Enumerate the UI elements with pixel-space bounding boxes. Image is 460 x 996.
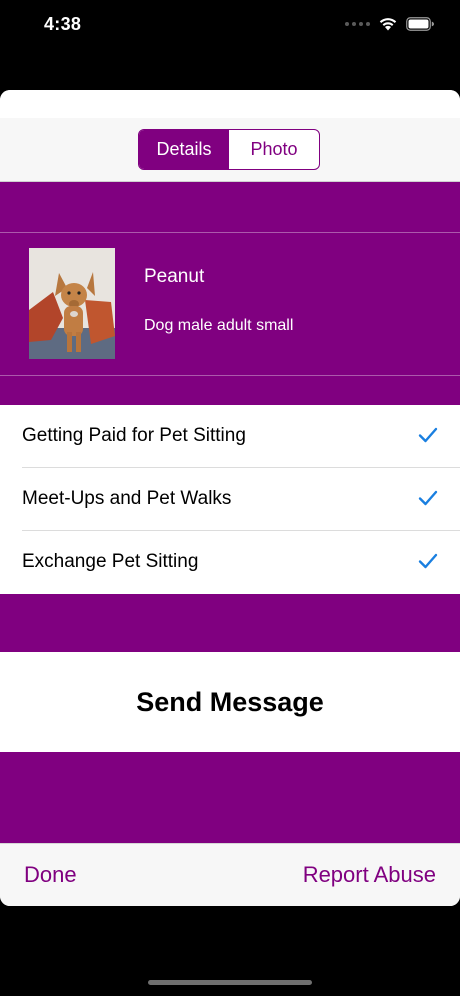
spacer-band	[0, 594, 460, 652]
cellular-signal-icon	[345, 21, 370, 26]
status-time: 4:38	[44, 14, 82, 34]
checkmark-icon	[418, 553, 438, 569]
home-indicator[interactable]	[148, 980, 312, 985]
option-label: Meet-Ups and Pet Walks	[22, 488, 232, 509]
wifi-icon	[379, 18, 397, 31]
dog-photo	[29, 248, 115, 359]
checkmark-icon	[418, 490, 438, 506]
pet-name: Peanut	[144, 266, 205, 287]
pet-row-top-border	[0, 232, 460, 233]
sheet-header-strip	[0, 90, 460, 118]
segment-details[interactable]: Details	[139, 130, 229, 169]
pet-row-bottom-border	[0, 375, 460, 376]
done-button[interactable]: Done	[24, 862, 77, 888]
option-meet-ups[interactable]: Meet-Ups and Pet Walks	[0, 468, 460, 531]
option-label: Exchange Pet Sitting	[22, 551, 199, 572]
pet-photo[interactable]	[29, 248, 115, 359]
details-photo-segmented-control: Details Photo	[138, 129, 320, 170]
option-getting-paid[interactable]: Getting Paid for Pet Sitting	[0, 405, 460, 468]
option-exchange[interactable]: Exchange Pet Sitting	[0, 531, 460, 594]
option-label: Getting Paid for Pet Sitting	[22, 425, 246, 446]
pet-detail-sheet: Details Photo Peanut Dog male adult smal…	[0, 90, 460, 906]
report-abuse-button[interactable]: Report Abuse	[303, 862, 436, 888]
pet-description: Dog male adult small	[144, 317, 294, 334]
bottom-toolbar: Done Report Abuse	[0, 843, 460, 906]
status-bar: 4:38	[0, 0, 460, 50]
pet-info-section: Peanut Dog male adult small	[0, 182, 460, 405]
status-indicators	[345, 16, 434, 31]
spacer-band	[0, 752, 460, 843]
checkmark-icon	[418, 427, 438, 443]
send-message-button[interactable]: Send Message	[0, 652, 460, 752]
segment-photo[interactable]: Photo	[229, 130, 319, 169]
sitting-options-list: Getting Paid for Pet Sitting Meet-Ups an…	[0, 405, 460, 594]
battery-icon	[406, 16, 434, 31]
